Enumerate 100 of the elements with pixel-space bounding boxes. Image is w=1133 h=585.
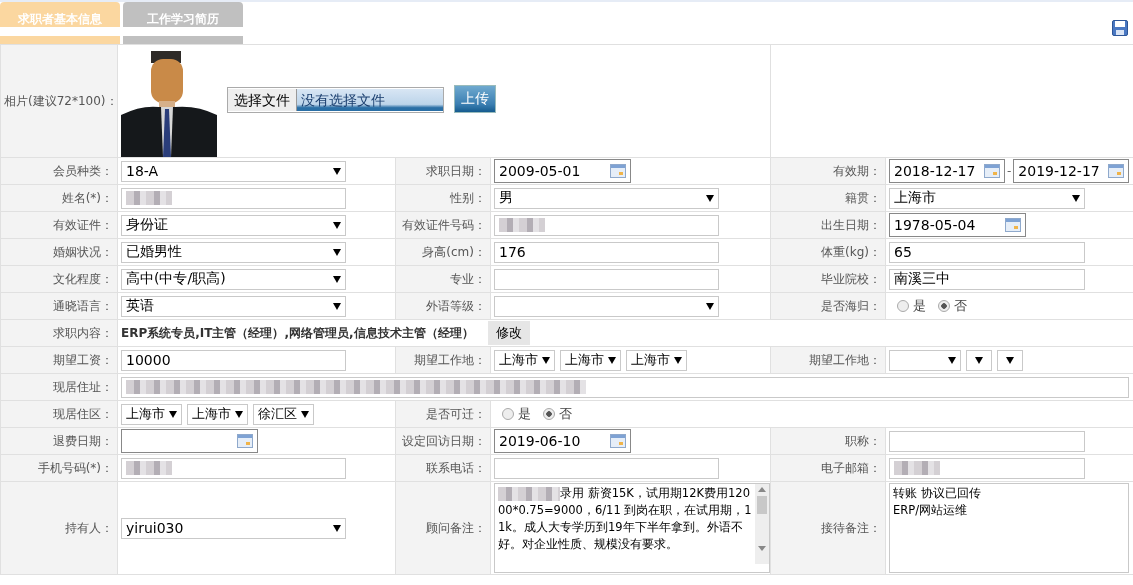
select-field[interactable]: 英语 bbox=[121, 295, 346, 317]
caret-icon bbox=[333, 248, 341, 256]
field-label: 专业： bbox=[450, 271, 486, 286]
select-field[interactable]: 已婚男性 bbox=[121, 241, 346, 263]
input-field[interactable] bbox=[889, 457, 1085, 479]
calendar-icon[interactable] bbox=[1005, 218, 1021, 232]
field-label: 求职内容： bbox=[53, 325, 113, 340]
select-field[interactable]: 上海市 bbox=[560, 349, 621, 371]
select-field[interactable]: 上海市 bbox=[889, 187, 1085, 209]
select-field[interactable] bbox=[494, 295, 719, 317]
input-field[interactable] bbox=[121, 376, 1129, 398]
input-field[interactable] bbox=[494, 457, 719, 479]
select-field[interactable]: 上海市 bbox=[626, 349, 687, 371]
caret-icon bbox=[333, 275, 341, 283]
field-label: 文化程度： bbox=[53, 271, 113, 286]
radio-option[interactable]: 否 bbox=[938, 297, 967, 315]
caret-icon bbox=[235, 410, 243, 418]
date-field[interactable]: 2019-12-17 bbox=[1013, 159, 1130, 183]
date-field[interactable]: 2009-05-01 bbox=[494, 159, 631, 183]
text-area[interactable]: 录用 薪资15K，试用期12K费用12000*0.75=9000，6/11 到岗在职，在试用期，11k。成人大专学历到19年下半年拿到。外语不好。对企业性质、规模没有要求。 bbox=[494, 483, 770, 573]
edit-button[interactable]: 修改 bbox=[487, 321, 530, 345]
date-field[interactable]: 1978-05-04 bbox=[889, 213, 1026, 237]
select-field[interactable]: 上海市 bbox=[187, 403, 248, 425]
range-separator: - bbox=[1007, 164, 1012, 178]
scrollbar[interactable] bbox=[755, 484, 769, 564]
caret-icon bbox=[706, 194, 714, 202]
field-label: 外语等级： bbox=[426, 298, 486, 313]
caret-icon bbox=[975, 356, 983, 364]
caret-icon bbox=[169, 410, 177, 418]
caret-icon bbox=[301, 410, 309, 418]
save-icon[interactable] bbox=[1112, 20, 1128, 36]
input-field[interactable]: 南溪三中 bbox=[889, 268, 1085, 290]
caret-icon bbox=[333, 524, 341, 532]
select-field[interactable]: yirui030 bbox=[121, 517, 346, 539]
caret-icon bbox=[542, 356, 550, 364]
select-field[interactable]: 高中(中专/职高) bbox=[121, 268, 346, 290]
field-label: 是否可迁： bbox=[426, 406, 486, 421]
field-label: 通晓语言： bbox=[53, 298, 113, 313]
select-field[interactable]: 男 bbox=[494, 187, 719, 209]
input-field[interactable] bbox=[494, 268, 719, 290]
field-label: 顾问备注： bbox=[426, 520, 486, 535]
date-field[interactable] bbox=[121, 429, 258, 453]
field-label: 接待备注： bbox=[821, 520, 881, 535]
field-label: 电子邮箱： bbox=[821, 460, 881, 475]
input-field[interactable]: 176 bbox=[494, 241, 719, 263]
input-field[interactable]: 10000 bbox=[121, 349, 346, 371]
text-area[interactable]: 转账 协议已回传 ERP/网站运维 bbox=[889, 483, 1129, 573]
field-label: 会员种类： bbox=[53, 163, 113, 178]
field-label: 籍贯： bbox=[845, 190, 881, 205]
field-label: 退费日期： bbox=[53, 433, 113, 448]
select-field[interactable] bbox=[966, 349, 992, 371]
select-field[interactable]: 徐汇区 bbox=[253, 403, 314, 425]
field-label: 设定回访日期： bbox=[402, 433, 486, 448]
select-field[interactable]: 上海市 bbox=[494, 349, 555, 371]
field-label: 有效证件： bbox=[53, 217, 113, 232]
caret-icon bbox=[333, 221, 341, 229]
date-field[interactable]: 2019-06-10 bbox=[494, 429, 631, 453]
calendar-icon[interactable] bbox=[237, 434, 253, 448]
radio-option[interactable]: 否 bbox=[543, 405, 572, 423]
field-label: 身高(cm)： bbox=[422, 244, 486, 259]
field-label: 手机号码(*)： bbox=[37, 460, 113, 475]
select-field[interactable]: 身份证 bbox=[121, 214, 346, 236]
caret-icon bbox=[333, 167, 341, 175]
input-field[interactable]: 65 bbox=[889, 241, 1085, 263]
calendar-icon[interactable] bbox=[1108, 164, 1125, 178]
file-input[interactable]: 选择文件 没有选择文件 bbox=[227, 87, 444, 113]
field-label: 现居住区： bbox=[53, 406, 113, 421]
select-field[interactable] bbox=[889, 349, 961, 371]
radio-option[interactable]: 是 bbox=[897, 297, 926, 315]
calendar-icon[interactable] bbox=[610, 434, 626, 448]
caret-icon bbox=[674, 356, 682, 364]
field-label: 出生日期： bbox=[821, 217, 881, 232]
field-label: 期望工作地： bbox=[809, 352, 881, 367]
date-field[interactable]: 2018-12-17 bbox=[889, 159, 1005, 183]
field-label: 毕业院校： bbox=[821, 271, 881, 286]
caret-icon bbox=[333, 302, 341, 310]
upload-button[interactable]: 上传 bbox=[454, 85, 496, 113]
field-label: 相片(建议72*100)： bbox=[4, 93, 118, 108]
caret-icon bbox=[948, 356, 956, 364]
select-field[interactable]: 上海市 bbox=[121, 403, 182, 425]
job-list: ERP系统专员,IT主管（经理）,网络管理员,信息技术主管（经理） bbox=[121, 324, 474, 342]
field-label: 有效期： bbox=[833, 163, 881, 178]
select-field[interactable] bbox=[997, 349, 1023, 371]
caret-icon bbox=[608, 356, 616, 364]
input-field[interactable] bbox=[121, 457, 346, 479]
field-label: 是否海归： bbox=[821, 298, 881, 313]
field-label: 求职日期： bbox=[426, 163, 486, 178]
field-label: 期望工资： bbox=[53, 352, 113, 367]
field-label: 有效证件号码： bbox=[402, 217, 486, 232]
field-label: 期望工作地： bbox=[414, 352, 486, 367]
input-field[interactable] bbox=[889, 430, 1085, 452]
calendar-icon[interactable] bbox=[610, 164, 626, 178]
field-label: 持有人： bbox=[65, 520, 113, 535]
select-field[interactable]: 18-A bbox=[121, 160, 346, 182]
field-label: 婚姻状况： bbox=[53, 244, 113, 259]
caret-icon bbox=[1072, 194, 1080, 202]
calendar-icon[interactable] bbox=[984, 164, 1000, 178]
input-field[interactable] bbox=[121, 187, 346, 209]
input-field[interactable] bbox=[494, 214, 719, 236]
radio-option[interactable]: 是 bbox=[502, 405, 531, 423]
